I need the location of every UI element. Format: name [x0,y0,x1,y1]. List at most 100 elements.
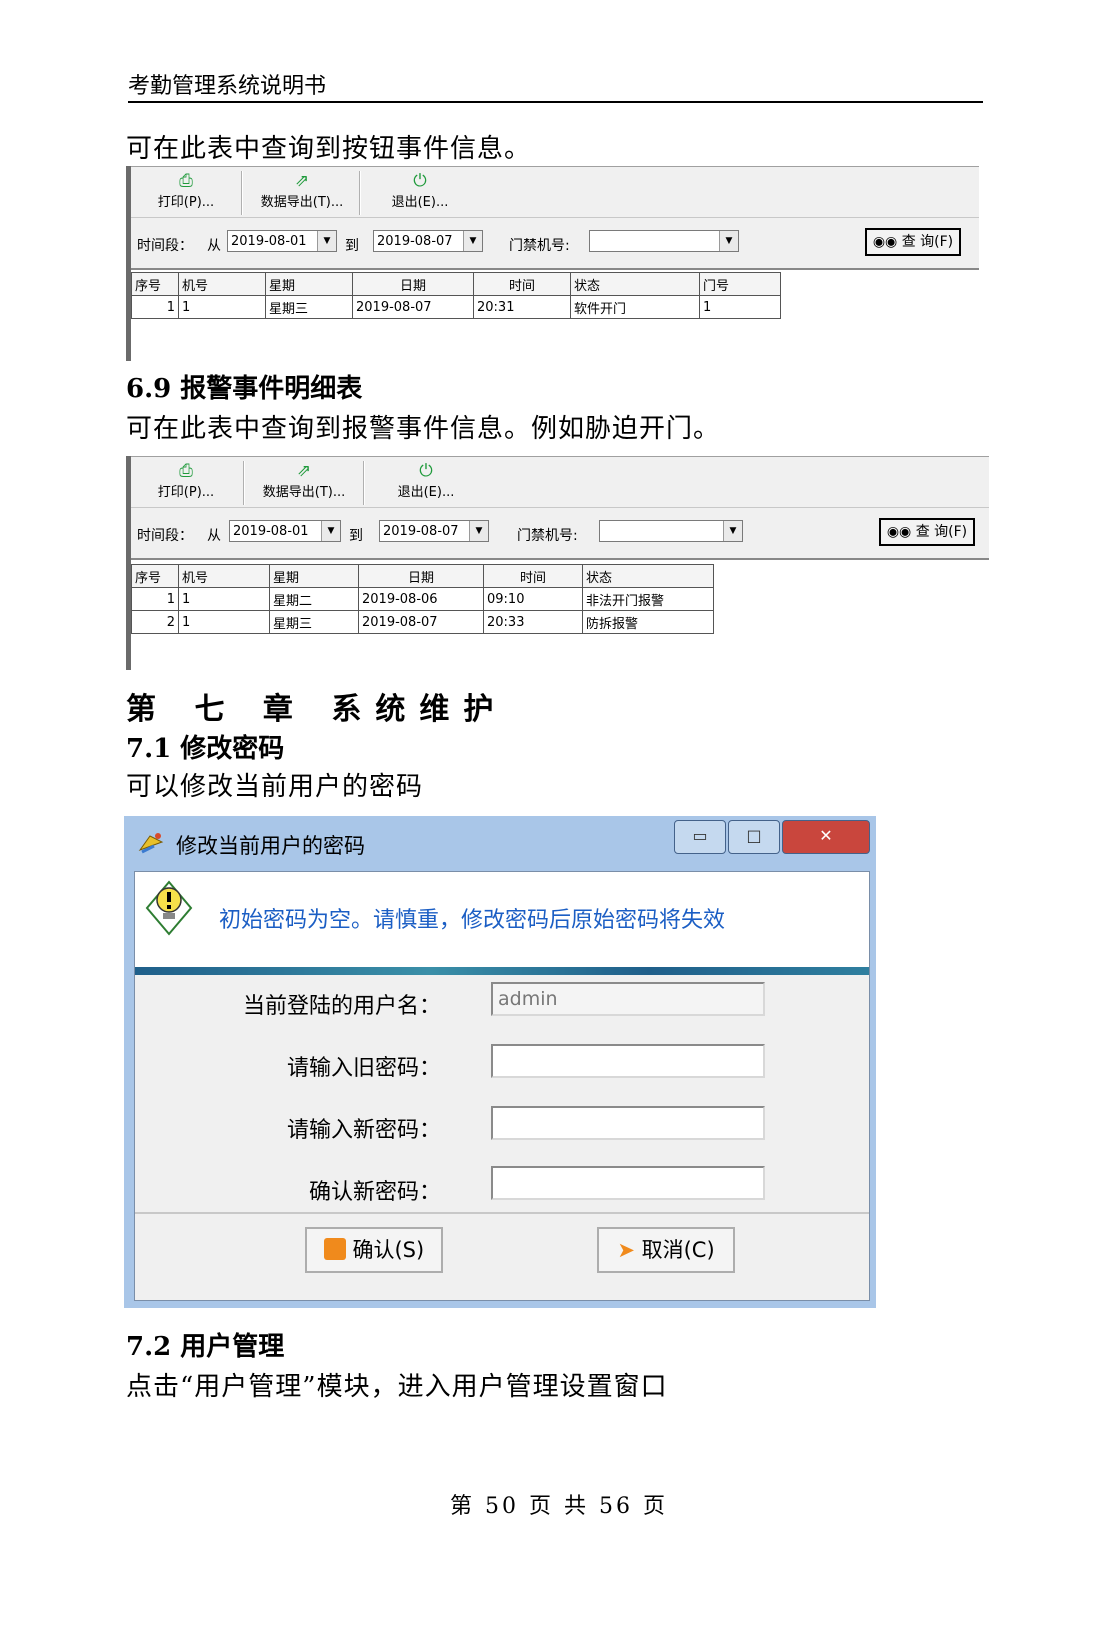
new-password-label: 请输入新密码： [286,1118,441,1143]
table-cell: 星期三 [269,610,359,634]
printer-icon: ⎙ [179,171,193,191]
export-icon: ⇗ [294,171,310,191]
alarm-events-report: ⎙ 打印(P)... ⇗ 数据导出(T)... ⏻ 退出(E)... 时间段： … [126,456,989,670]
binoculars-icon: ◉◉ [872,234,898,250]
table-cell: 2019-08-06 [358,587,484,611]
query-button[interactable]: ◉◉ 查 询(F) [865,228,961,256]
table-header-row: 序号 机号 星期 日期 时间 状态 门号 [131,272,781,296]
to-label: 到 [345,238,359,254]
lightbulb-warning-icon [145,880,193,936]
confirm-password-field[interactable] [491,1166,765,1200]
door-number-label: 门禁机号: [509,238,570,254]
date-from-select[interactable]: 2019-08-01 ▼ [229,520,341,542]
date-from-select[interactable]: 2019-08-01 ▼ [227,230,337,252]
exit-button[interactable]: ⏻ 退出(E)... [365,171,475,210]
cancel-button[interactable]: ➤ 取消(C) [597,1227,735,1273]
report-toolbar: ⎙ 打印(P)... ⇗ 数据导出(T)... ⏻ 退出(E)... [131,166,979,218]
table-cell: 1 [178,587,270,611]
print-button[interactable]: ⎙ 打印(P)... [131,461,241,500]
username-field: admin [491,982,765,1016]
section-6-9-heading: 6.9 报警事件明细表 [126,374,363,404]
table-row[interactable]: 1 1 星期二 2019-08-06 09:10 非法开门报警 [131,587,714,611]
time-range-label: 时间段： [137,528,193,544]
door-number-select[interactable]: ▼ [589,230,739,252]
column-header[interactable]: 状态 [570,272,700,296]
column-header[interactable]: 星期 [269,564,359,588]
export-label: 数据导出(T)... [260,195,344,210]
chevron-down-icon[interactable]: ▼ [463,231,482,251]
report-toolbar: ⎙ 打印(P)... ⇗ 数据导出(T)... ⏻ 退出(E)... [131,456,989,508]
table-cell: 2 [131,610,179,634]
new-password-field[interactable] [491,1106,765,1140]
column-header[interactable]: 日期 [358,564,484,588]
chevron-down-icon[interactable]: ▼ [321,521,340,541]
page-footer: 第 50 页 共 56 页 [450,1494,668,1519]
column-header[interactable]: 星期 [265,272,353,296]
column-header[interactable]: 状态 [582,564,714,588]
to-label: 到 [349,528,363,544]
door-number-select[interactable]: ▼ [599,520,743,542]
table-cell: 09:10 [483,587,583,611]
confirm-button[interactable]: 确认(S) [305,1227,443,1273]
time-range-label: 时间段： [137,238,193,254]
document-header: 考勤管理系统说明书 [128,74,327,99]
alarm-events-table: 序号 机号 星期 日期 时间 状态 1 1 星期二 2019-08-06 09:… [131,564,714,634]
print-label: 打印(P)... [157,485,215,500]
chevron-down-icon[interactable]: ▼ [719,231,738,251]
maximize-button[interactable]: □ [728,820,780,854]
from-label: 从 [207,528,221,544]
table-row[interactable]: 1 1 星期三 2019-08-07 20:31 软件开门 1 [131,295,781,319]
old-password-label: 请输入旧密码： [286,1056,441,1081]
column-header[interactable]: 时间 [483,564,583,588]
table-cell: 1 [178,610,270,634]
confirm-password-label: 确认新密码： [308,1180,441,1205]
chapter-7-title: 第 七 章 系统维护 [126,692,508,727]
date-from-value: 2019-08-01 [233,524,309,539]
key-icon [138,833,164,854]
banner-stripe [135,967,869,975]
exit-label: 退出(E)... [391,195,449,210]
table-cell: 20:33 [483,610,583,634]
toolbar-separator [243,461,245,505]
column-header[interactable]: 序号 [131,272,179,296]
toolbar-separator [241,171,243,215]
maximize-icon: □ [746,826,762,845]
export-label: 数据导出(T)... [262,485,346,500]
chevron-down-icon[interactable]: ▼ [317,231,336,251]
export-button[interactable]: ⇗ 数据导出(T)... [249,461,359,500]
print-button[interactable]: ⎙ 打印(P)... [131,171,241,210]
old-password-field[interactable] [491,1044,765,1078]
table-cell: 1 [699,295,781,319]
column-header[interactable]: 序号 [131,564,179,588]
minimize-button[interactable]: ▭ [674,820,726,854]
column-header[interactable]: 时间 [473,272,571,296]
chevron-down-icon[interactable]: ▼ [469,521,488,541]
close-button[interactable]: ✕ [782,820,870,854]
chevron-down-icon[interactable]: ▼ [723,521,742,541]
dialog-banner: 初始密码为空。请慎重，修改密码后原始密码将失效 [135,872,869,967]
date-to-select[interactable]: 2019-08-07 ▼ [373,230,483,252]
dialog-title: 修改当前用户的密码 [176,834,365,858]
table-header-row: 序号 机号 星期 日期 时间 状态 [131,564,714,588]
export-button[interactable]: ⇗ 数据导出(T)... [247,171,357,210]
export-icon: ⇗ [296,461,312,481]
column-header[interactable]: 机号 [178,272,266,296]
query-button[interactable]: ◉◉ 查 询(F) [879,518,975,546]
cancel-label: 取消(C) [641,1238,715,1262]
table-row[interactable]: 2 1 星期三 2019-08-07 20:33 防拆报警 [131,610,714,634]
table-cell: 防拆报警 [582,610,714,634]
exit-button[interactable]: ⏻ 退出(E)... [371,461,481,500]
date-to-select[interactable]: 2019-08-07 ▼ [379,520,489,542]
query-label: 查 询(F) [901,234,954,250]
printer-icon: ⎙ [179,461,193,481]
floppy-icon [323,1238,346,1260]
door-number-label: 门禁机号: [517,528,578,544]
username-label: 当前登陆的用户名： [242,994,441,1019]
print-label: 打印(P)... [157,195,215,210]
column-header[interactable]: 机号 [178,564,270,588]
toolbar-separator [359,171,361,215]
power-icon: ⏻ [419,461,433,481]
column-header[interactable]: 日期 [352,272,474,296]
table-cell: 1 [178,295,266,319]
column-header[interactable]: 门号 [699,272,781,296]
